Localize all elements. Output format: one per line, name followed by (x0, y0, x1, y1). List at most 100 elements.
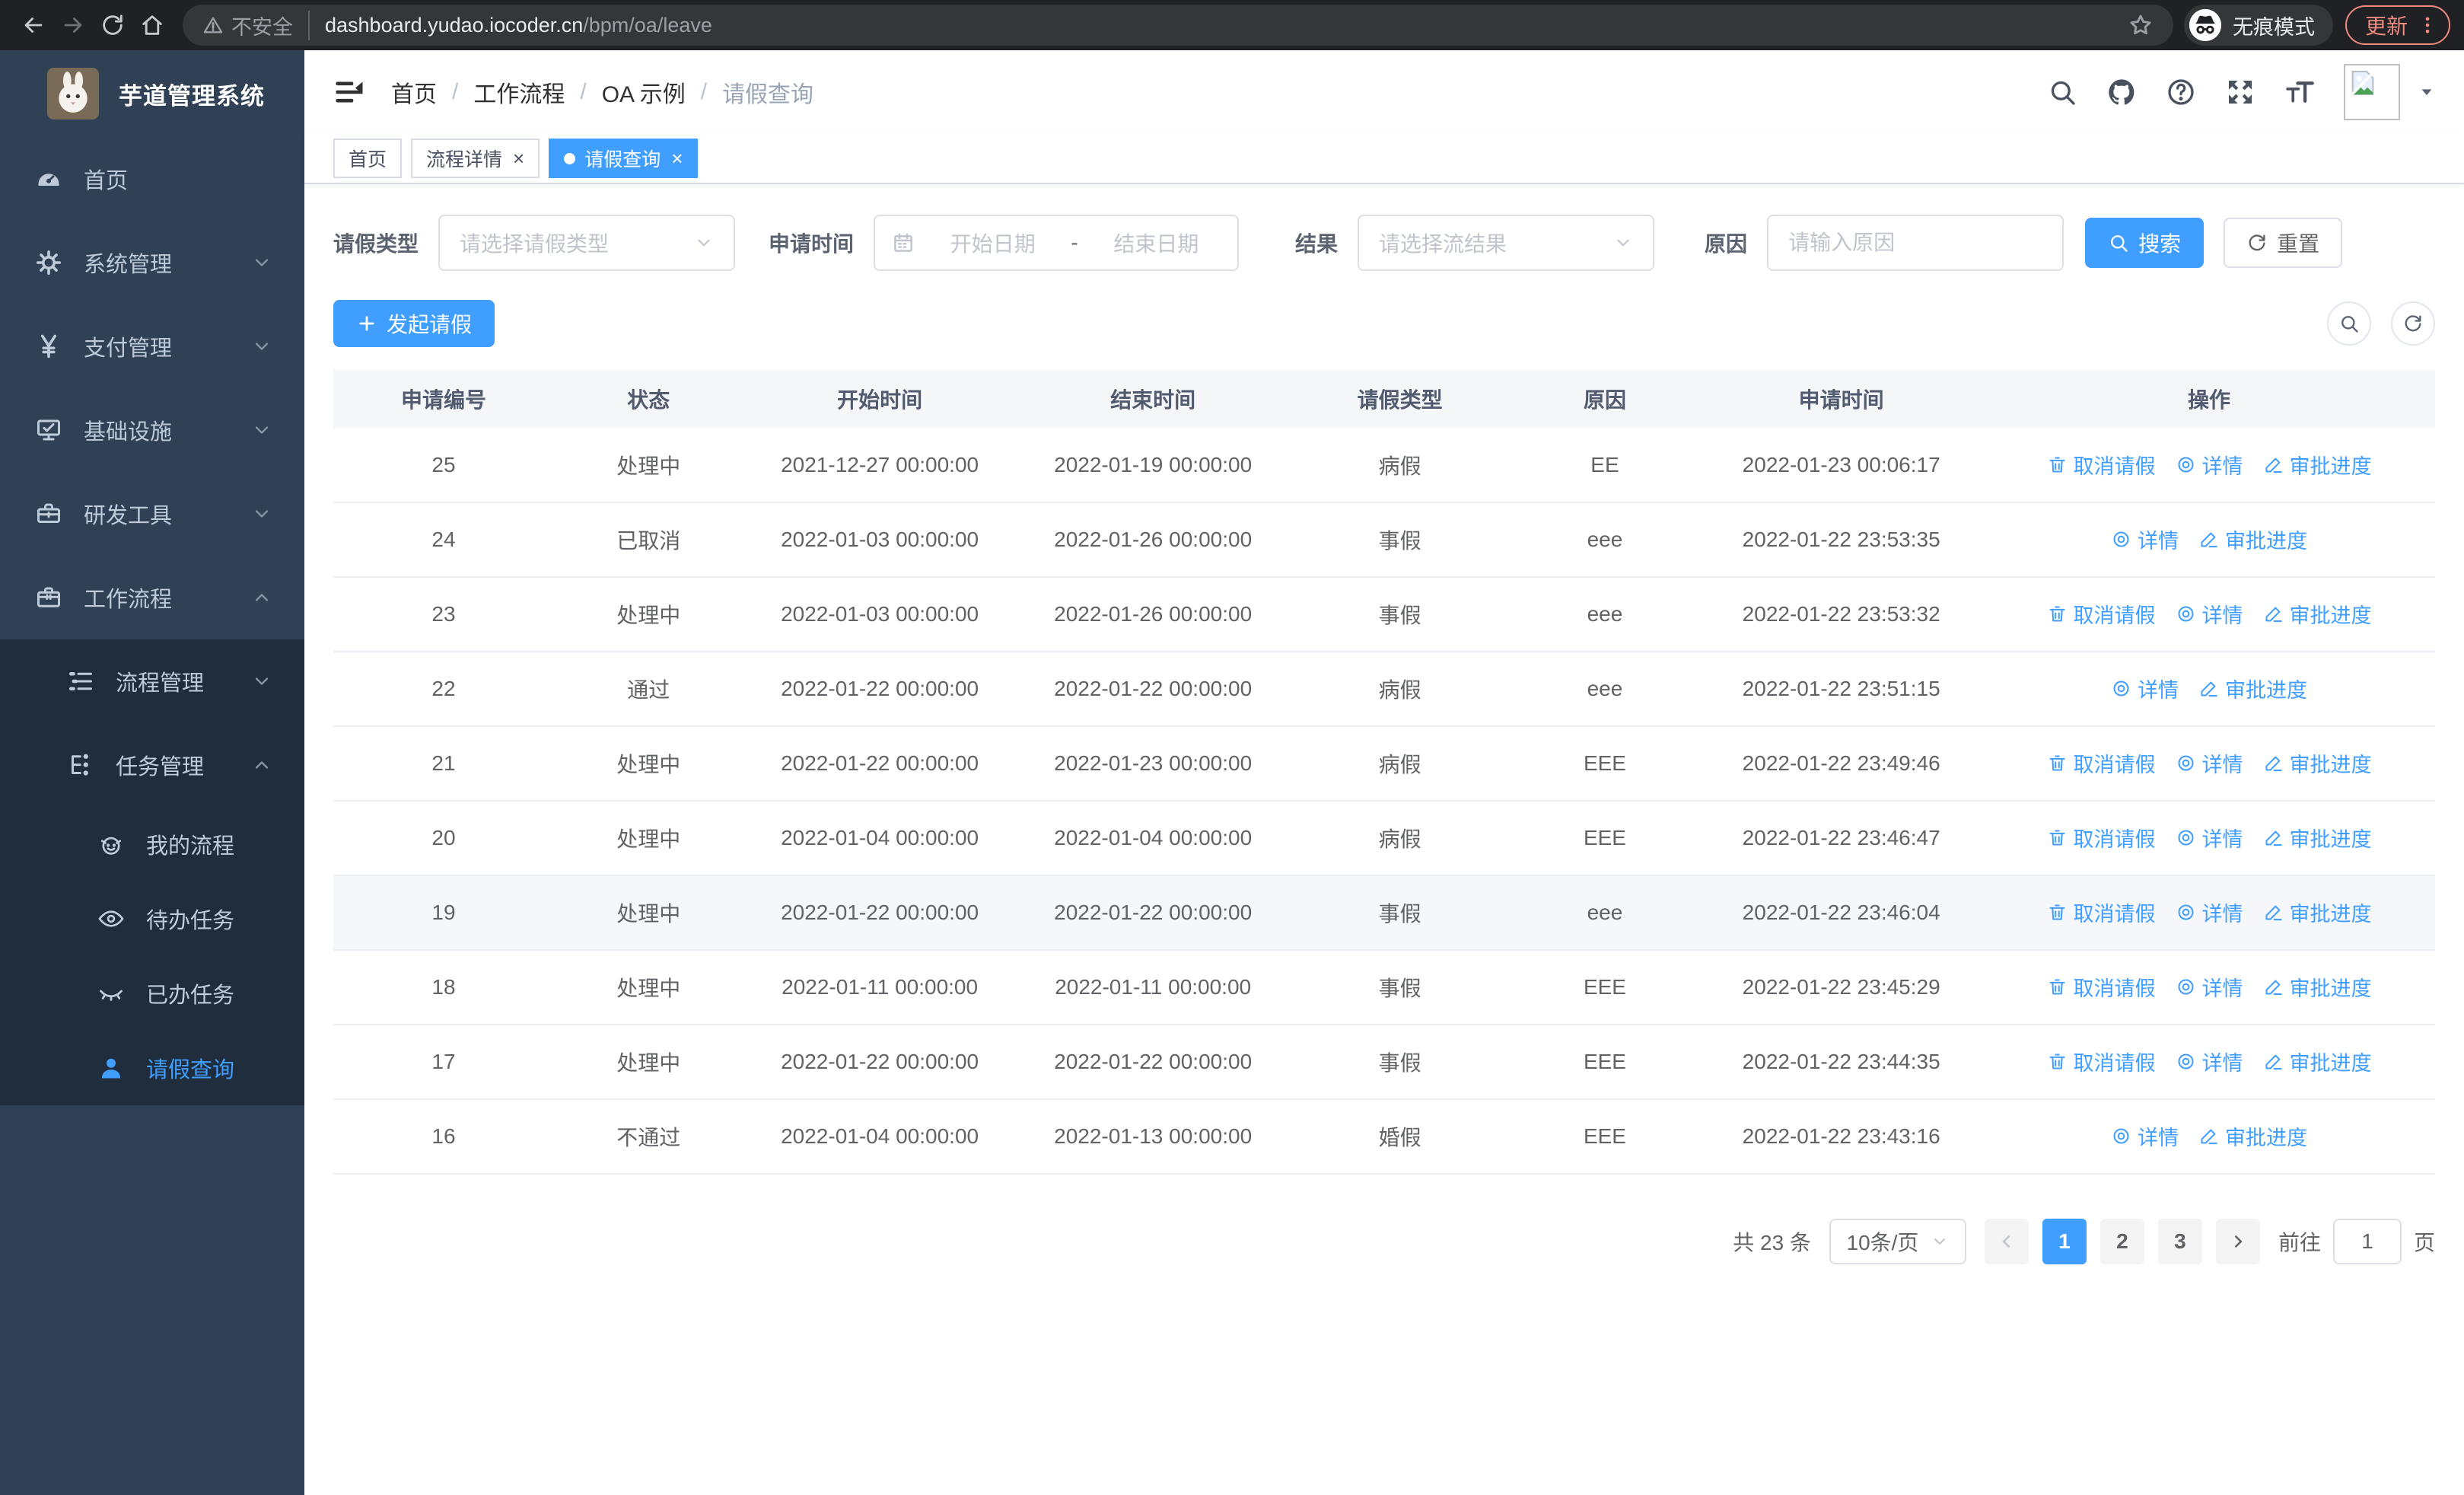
sidebar-item[interactable]: 任务管理 (0, 723, 304, 807)
search-button[interactable]: 搜索 (2085, 218, 2205, 268)
sidebar-item[interactable]: 我的流程 (0, 807, 304, 881)
toggle-search-button[interactable] (2327, 301, 2371, 346)
sidebar-item[interactable]: 系统管理 (0, 221, 304, 304)
progress-link[interactable]: 审批进度 (2263, 599, 2372, 629)
column-header: 开始时间 (743, 370, 1017, 428)
reason-input[interactable] (1773, 231, 2058, 255)
sidebar-item[interactable]: 流程管理 (0, 639, 304, 723)
result-select[interactable]: 请选择流结果 (1358, 215, 1655, 271)
page-number-button[interactable]: 1 (2042, 1219, 2087, 1264)
tab-item[interactable]: 流程详情 × (411, 139, 540, 178)
page-number-button[interactable]: 2 (2099, 1219, 2144, 1264)
detail-link[interactable]: 详情 (2176, 599, 2243, 629)
reset-button[interactable]: 重置 (2224, 218, 2343, 268)
detail-link[interactable]: 详情 (2176, 1047, 2243, 1076)
table-cell: 2021-12-27 00:00:00 (743, 428, 1017, 503)
table-cell: 2022-01-23 00:00:00 (1016, 726, 1290, 802)
detail-link[interactable]: 详情 (2176, 748, 2243, 778)
cancel-leave-link[interactable]: 取消请假 (2047, 599, 2156, 629)
cancel-leave-link[interactable]: 取消请假 (2047, 1047, 2156, 1076)
table-row: 21 处理中 2022-01-22 00:00:00 2022-01-23 00:00… (333, 726, 2435, 802)
refresh-table-button[interactable] (2391, 301, 2435, 346)
tab-item[interactable]: 首页 (333, 139, 403, 178)
page-size-select[interactable]: 10条/页 (1829, 1219, 1966, 1264)
progress-link[interactable]: 审批进度 (2198, 674, 2307, 703)
detail-link[interactable]: 详情 (2176, 823, 2243, 853)
view-icon (2176, 827, 2196, 848)
bookmark-star-icon[interactable] (2128, 12, 2154, 38)
goto-page-input[interactable] (2332, 1219, 2402, 1264)
security-chip[interactable]: 不安全 (202, 10, 310, 40)
table-row: 25 处理中 2021-12-27 00:00:00 2022-01-19 00:00… (333, 428, 2435, 503)
kebab-menu-icon[interactable] (2417, 14, 2438, 36)
prev-page-button[interactable] (1984, 1219, 2029, 1264)
top-navbar: 首页 / 工作流程 / OA 示例 / 请假查询 (304, 50, 2464, 134)
hamburger-icon[interactable] (333, 76, 365, 108)
close-icon[interactable]: × (671, 148, 683, 168)
cancel-leave-link[interactable]: 取消请假 (2047, 897, 2156, 927)
column-header: 操作 (1983, 370, 2435, 428)
table-cell: 2022-01-22 23:51:15 (1699, 652, 1984, 727)
back-button[interactable] (14, 5, 53, 45)
breadcrumb-item[interactable]: 工作流程 (473, 75, 565, 109)
table-cell: 事假 (1289, 502, 1511, 578)
apply-time-range-picker[interactable]: 开始日期 - 结束日期 (874, 215, 1240, 271)
page-number-list: 123 (2042, 1219, 2202, 1264)
progress-link[interactable]: 审批进度 (2198, 524, 2307, 554)
tab-active[interactable]: 请假查询 × (549, 139, 699, 178)
progress-link[interactable]: 审批进度 (2263, 897, 2372, 927)
leave-table-body: 25 处理中 2021-12-27 00:00:00 2022-01-19 00:00… (333, 428, 2435, 1175)
browser-update-button[interactable]: 更新 (2345, 5, 2450, 45)
table-cell: 17 (333, 1025, 554, 1100)
row-actions: 详情 审批进度 (1983, 1099, 2435, 1175)
cancel-leave-link[interactable]: 取消请假 (2047, 748, 2156, 778)
sidebar-item[interactable]: 支付管理 (0, 304, 304, 388)
progress-link[interactable]: 审批进度 (2263, 450, 2372, 480)
help-icon[interactable] (2166, 77, 2196, 107)
cancel-leave-link[interactable]: 取消请假 (2047, 823, 2156, 853)
home-button[interactable] (132, 5, 172, 45)
next-page-button[interactable] (2215, 1219, 2260, 1264)
detail-link[interactable]: 详情 (2176, 450, 2243, 480)
forward-button[interactable] (53, 5, 93, 45)
sidebar-item[interactable]: 已办任务 (0, 956, 304, 1031)
sidebar-item[interactable]: 基础设施 (0, 388, 304, 472)
search-icon[interactable] (2047, 77, 2077, 107)
reload-button[interactable] (93, 5, 132, 45)
detail-link[interactable]: 详情 (2176, 972, 2243, 1002)
detail-link[interactable]: 详情 (2111, 674, 2179, 703)
sidebar-item[interactable]: 待办任务 (0, 881, 304, 956)
detail-link[interactable]: 详情 (2176, 897, 2243, 927)
github-icon[interactable] (2106, 77, 2137, 107)
progress-link[interactable]: 审批进度 (2263, 972, 2372, 1002)
sidebar-item[interactable]: 工作流程 (0, 556, 304, 639)
cancel-leave-link[interactable]: 取消请假 (2047, 972, 2156, 1002)
progress-link[interactable]: 审批进度 (2198, 1121, 2307, 1151)
chevron-down-icon[interactable] (2418, 84, 2435, 100)
breadcrumb-item[interactable]: 首页 (391, 75, 437, 109)
fullscreen-icon[interactable] (2225, 77, 2255, 107)
sidebar-item[interactable]: 请假查询 (0, 1031, 304, 1105)
detail-link[interactable]: 详情 (2111, 524, 2179, 554)
avatar[interactable] (2344, 64, 2400, 120)
progress-link[interactable]: 审批进度 (2263, 748, 2372, 778)
table-cell: 处理中 (554, 801, 743, 876)
close-icon[interactable]: × (513, 148, 524, 168)
create-leave-button[interactable]: 发起请假 (333, 300, 495, 347)
progress-link[interactable]: 审批进度 (2263, 823, 2372, 853)
breadcrumb-item[interactable]: OA 示例 (602, 75, 686, 109)
cancel-leave-link[interactable]: 取消请假 (2047, 450, 2156, 480)
create-leave-label: 发起请假 (387, 313, 473, 336)
sidebar-item[interactable]: 研发工具 (0, 472, 304, 556)
sidebar-item[interactable]: 首页 (0, 137, 304, 221)
leave-type-select[interactable]: 请选择请假类型 (438, 215, 736, 271)
address-bar[interactable]: 不安全 dashboard.yudao.iocoder.cn/bpm/oa/le… (183, 5, 2173, 46)
progress-link[interactable]: 审批进度 (2263, 1047, 2372, 1076)
column-header: 原因 (1510, 370, 1700, 428)
page-number-button[interactable]: 3 (2157, 1219, 2202, 1264)
detail-link[interactable]: 详情 (2111, 1121, 2179, 1151)
detail-link-label: 详情 (2201, 903, 2243, 926)
chevron-up-icon (251, 754, 272, 776)
detail-link-label: 详情 (2138, 530, 2179, 553)
font-size-icon[interactable] (2284, 77, 2315, 107)
